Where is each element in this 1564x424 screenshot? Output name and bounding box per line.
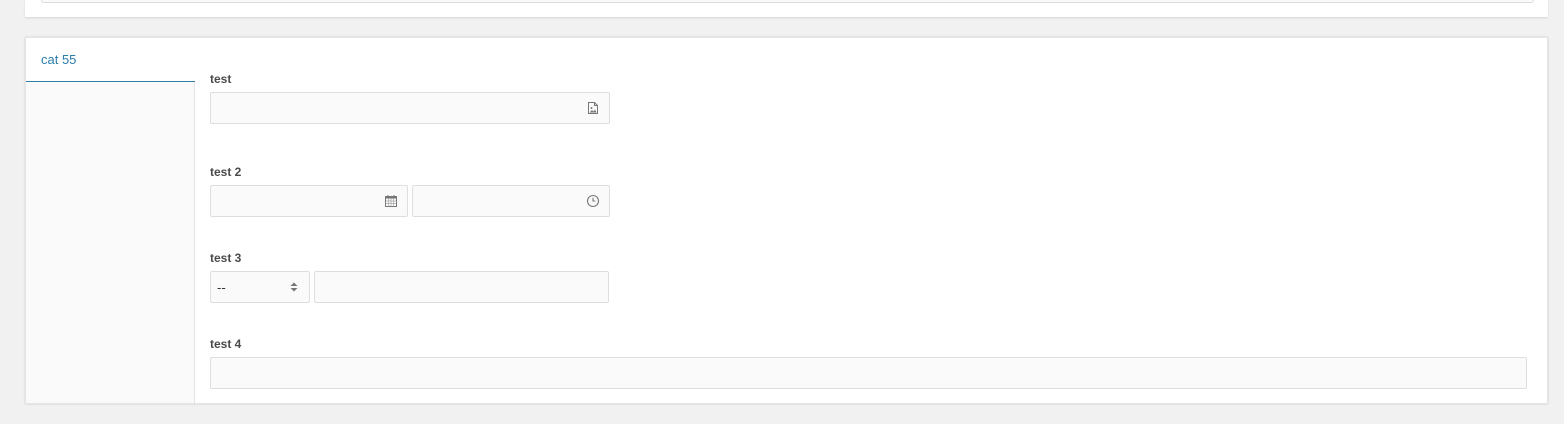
test-image-input[interactable] [210, 92, 610, 124]
image-file-icon[interactable] [586, 101, 600, 115]
field-label-test-4: test 4 [210, 337, 242, 351]
previous-panel-field[interactable] [41, 0, 1534, 3]
test-3-text-input[interactable] [314, 271, 609, 303]
test-4-input[interactable] [210, 357, 1527, 389]
select-value: -- [217, 280, 226, 295]
field-label-test-2: test 2 [210, 165, 242, 179]
test-3-select[interactable]: -- [210, 271, 310, 303]
tab-sidebar: cat 55 [26, 38, 195, 403]
category-panel: cat 55 test test 2 test 3 -- test 4 [25, 37, 1548, 404]
sort-arrows-icon [290, 282, 298, 292]
field-label-test-3: test 3 [210, 251, 242, 265]
previous-panel [25, 0, 1548, 17]
tab-cat-55[interactable]: cat 55 [26, 38, 195, 82]
test-2-time-input[interactable] [412, 185, 610, 217]
calendar-icon[interactable] [384, 194, 398, 208]
tab-label: cat 55 [41, 52, 77, 67]
field-label-test: test [210, 72, 232, 86]
clock-icon[interactable] [586, 194, 600, 208]
test-2-date-input[interactable] [210, 185, 408, 217]
